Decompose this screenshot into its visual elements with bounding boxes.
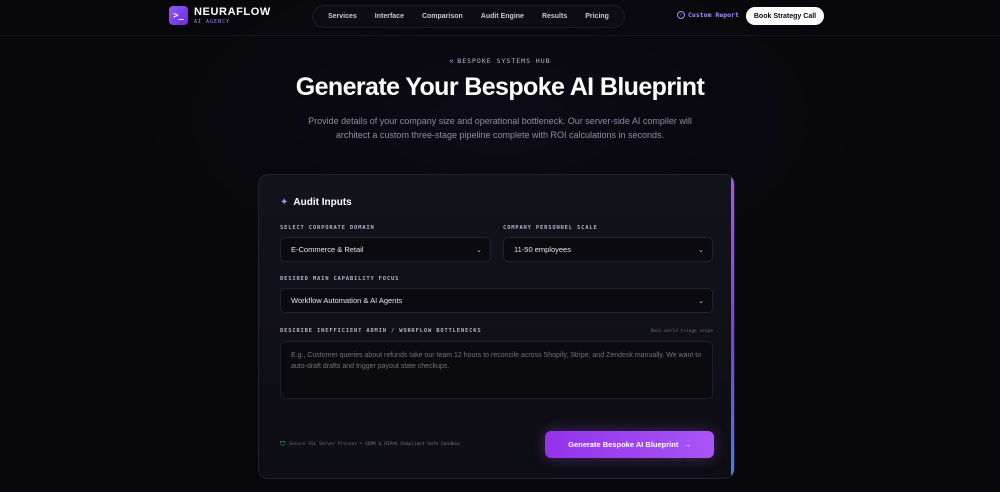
form-title-text: Audit Inputs	[293, 197, 352, 208]
nav-results[interactable]: Results	[542, 13, 567, 20]
book-strategy-call-button[interactable]: Book Strategy Call	[746, 7, 824, 25]
nav-services[interactable]: Services	[328, 13, 357, 20]
main-nav: Services Interface Comparison Audit Engi…	[312, 5, 625, 28]
secure-note: ⛉ Secure SSL Server Process • GDPR & HIP…	[280, 440, 460, 449]
focus-select[interactable]: Workflow Automation & AI Agents ⌄	[280, 288, 713, 313]
domain-label: SELECT CORPORATE DOMAIN	[280, 225, 375, 231]
bottleneck-label: DESCRIBE INEFFICIENT ADMIN / WORKFLOW BO…	[280, 328, 482, 334]
card-accent-edge	[731, 175, 734, 478]
nav-pricing[interactable]: Pricing	[585, 13, 609, 20]
nav-comparison[interactable]: Comparison	[422, 13, 463, 20]
bottleneck-textarea[interactable]	[280, 341, 713, 399]
nav-interface[interactable]: Interface	[375, 13, 404, 20]
site-header: >_ NEURAFLOW AI AGENCY Services Interfac…	[0, 0, 1000, 36]
shield-check-icon: ✓	[677, 11, 685, 19]
domain-select-value: E-Commerce & Retail	[291, 245, 364, 254]
chevron-down-icon: ⌄	[698, 246, 704, 254]
audit-form-card: ✦ Audit Inputs SELECT CORPORATE DOMAIN E…	[258, 174, 735, 479]
terminal-icon: >_	[169, 6, 188, 25]
focus-select-value: Workflow Automation & AI Agents	[291, 296, 403, 305]
chevron-down-icon: ⌄	[476, 246, 482, 254]
scale-select-value: 11-50 employees	[514, 245, 571, 254]
scale-select[interactable]: 11-50 employees ⌄	[503, 237, 713, 262]
shield-icon: ⛉	[280, 440, 286, 448]
bottleneck-hint: Real-world triage scope	[650, 329, 713, 334]
page-title: Generate Your Bespoke AI Blueprint	[295, 73, 705, 101]
hero-eyebrow: ⚒ BESPOKE SYSTEMS HUB	[0, 57, 1000, 65]
form-title: ✦ Audit Inputs	[280, 197, 352, 208]
focus-label: DESIRED MAIN CAPABILITY FOCUS	[280, 276, 400, 282]
eyebrow-text: BESPOKE SYSTEMS HUB	[457, 57, 551, 65]
secure-note-text: Secure SSL Server Process • GDPR & HIPAA…	[289, 442, 460, 447]
arrow-right-icon: →	[683, 440, 691, 449]
wrench-icon: ⚒	[449, 57, 455, 65]
custom-report-label: Custom Report	[688, 11, 739, 19]
generate-button-label: Generate Bespoke AI Blueprint	[568, 440, 679, 449]
brand-name: NEURAFLOW	[194, 5, 271, 18]
generate-blueprint-button[interactable]: Generate Bespoke AI Blueprint →	[545, 431, 714, 458]
hero-description: Provide details of your company size and…	[308, 116, 692, 140]
sparkles-icon: ✦	[280, 197, 289, 208]
brand-subtitle: AI AGENCY	[194, 18, 231, 25]
custom-report-link[interactable]: ✓ Custom Report	[677, 11, 739, 19]
nav-audit-engine[interactable]: Audit Engine	[481, 13, 524, 20]
scale-label: COMPANY PERSONNEL SCALE	[503, 225, 598, 231]
brand-logo[interactable]: >_ NEURAFLOW AI AGENCY	[169, 6, 271, 25]
domain-select[interactable]: E-Commerce & Retail ⌄	[280, 237, 491, 262]
chevron-down-icon: ⌄	[698, 297, 704, 305]
